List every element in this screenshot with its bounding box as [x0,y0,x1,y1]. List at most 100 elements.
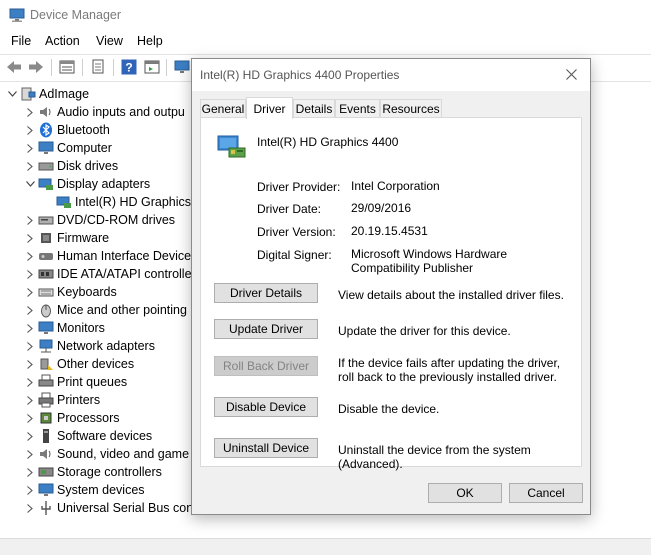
menu-file[interactable]: File [11,34,31,48]
tree-item-software-devices[interactable]: Software devices [24,427,152,445]
chevron-right-icon[interactable] [24,250,36,262]
chevron-right-icon[interactable] [24,358,36,370]
tree-item-system-devices[interactable]: System devices [24,481,145,499]
tree-item-display-adapters[interactable]: Display adapters [24,175,150,193]
driver-details-button[interactable]: Driver Details [214,283,318,303]
tree-item-mice[interactable]: Mice and other pointing [24,301,187,319]
system-icon [38,482,54,498]
tree-item-hid[interactable]: Human Interface Device [24,247,191,265]
chevron-right-icon[interactable] [24,124,36,136]
chevron-right-icon[interactable] [24,448,36,460]
close-icon[interactable] [562,65,580,83]
tree-item-print-queues[interactable]: Print queues [24,373,127,391]
tree-item-label: System devices [57,483,145,497]
disable-device-desc: Disable the device. [338,402,440,416]
firmware-icon [38,230,54,246]
tree-item-label: Display adapters [57,177,151,191]
chevron-right-icon[interactable] [24,106,36,118]
tree-item-ide[interactable]: IDE ATA/ATAPI controlle [24,265,192,283]
tab-general[interactable]: General [200,99,246,118]
tree-item-bluetooth[interactable]: Bluetooth [24,121,110,139]
chevron-right-icon[interactable] [24,304,36,316]
display-adapter-icon [56,194,72,210]
tree-item-monitors[interactable]: Monitors [24,319,105,337]
tree-item-firmware[interactable]: Firmware [24,229,109,247]
chevron-right-icon[interactable] [24,286,36,298]
menu-action[interactable]: Action [45,34,80,48]
chevron-right-icon[interactable] [24,412,36,424]
menu-help[interactable]: Help [137,34,163,48]
chevron-right-icon[interactable] [24,340,36,352]
tree-item-label: Firmware [57,231,110,245]
chevron-right-icon[interactable] [24,232,36,244]
chevron-right-icon[interactable] [24,376,36,388]
driver-version-value: 20.19.15.4531 [351,224,428,238]
chevron-right-icon[interactable] [24,466,36,478]
ok-button[interactable]: OK [428,483,502,503]
tree-item-processors[interactable]: Processors [24,409,120,427]
monitor-icon[interactable] [173,58,191,76]
update-driver-button[interactable]: Update Driver [214,319,318,339]
tree-item-label: Disk drives [57,159,119,173]
tree-item-intel-hd-graphics[interactable]: Intel(R) HD Graphics [42,193,191,211]
chevron-right-icon[interactable] [24,430,36,442]
chevron-right-icon[interactable] [24,214,36,226]
tree-item-other-devices[interactable]: Other devices [24,355,134,373]
tree-item-computer[interactable]: Computer [24,139,112,157]
uninstall-device-button[interactable]: Uninstall Device [214,438,318,458]
tree-item-sound-video[interactable]: Sound, video and game [24,445,189,463]
tree-item-network-adapters[interactable]: Network adapters [24,337,155,355]
tree-item-label: Printers [57,393,101,407]
chevron-right-icon[interactable] [24,502,36,514]
driver-date-label: Driver Date: [257,202,322,216]
title-bar: Device Manager [0,0,651,32]
roll-back-driver-button[interactable]: Roll Back Driver [214,356,318,376]
audio-icon [38,104,54,120]
tab-events[interactable]: Events [335,99,380,118]
help-icon[interactable]: ? [120,58,138,76]
tree-item-dvd[interactable]: DVD/CD-ROM drives [24,211,175,229]
tree-root[interactable]: AdImage [6,85,89,103]
device-manager-icon [9,8,25,22]
chevron-right-icon[interactable] [24,142,36,154]
chevron-right-icon[interactable] [24,484,36,496]
properties-icon[interactable] [58,58,76,76]
disable-device-button[interactable]: Disable Device [214,397,318,417]
chevron-right-icon[interactable] [24,322,36,334]
device-tree: AdImage Audio inputs and outpu Bluetooth… [0,84,200,524]
cancel-button[interactable]: Cancel [509,483,583,503]
computer-icon [20,86,36,102]
chevron-down-icon[interactable] [24,178,36,190]
print-icon[interactable] [89,58,107,76]
chevron-right-icon[interactable] [24,394,36,406]
chevron-right-icon[interactable] [24,268,36,280]
tree-item-label: Keyboards [57,285,117,299]
action-icon[interactable] [143,58,161,76]
keyboard-icon [38,284,54,300]
driver-tab-panel: Intel(R) HD Graphics 4400 Driver Provide… [200,117,582,470]
ide-icon [38,266,54,282]
tree-item-printers[interactable]: Printers [24,391,100,409]
menu-view[interactable]: View [96,34,123,48]
forward-arrow-icon[interactable] [27,58,45,76]
tree-item-disk-drives[interactable]: Disk drives [24,157,118,175]
back-arrow-icon[interactable] [5,58,23,76]
tree-item-usb[interactable]: Universal Serial Bus cont [24,499,197,517]
chevron-right-icon[interactable] [24,160,36,172]
driver-provider-value: Intel Corporation [351,179,440,193]
tree-item-label: Monitors [57,321,105,335]
tab-details[interactable]: Details [293,99,335,118]
horizontal-scrollbar[interactable] [0,538,651,555]
tree-item-storage-controllers[interactable]: Storage controllers [24,463,162,481]
tab-resources[interactable]: Resources [380,99,442,118]
tab-driver[interactable]: Driver [246,97,293,119]
dialog-title-bar: Intel(R) HD Graphics 4400 Properties [192,59,590,91]
print-queue-icon [38,374,54,390]
tree-item-keyboards[interactable]: Keyboards [24,283,117,301]
disk-icon [38,158,54,174]
tree-item-audio[interactable]: Audio inputs and outpu [24,103,185,121]
chevron-down-icon[interactable] [6,88,18,100]
tree-item-label: Sound, video and game [57,447,190,461]
svg-text:?: ? [125,61,132,75]
tree-item-label: Network adapters [57,339,155,353]
